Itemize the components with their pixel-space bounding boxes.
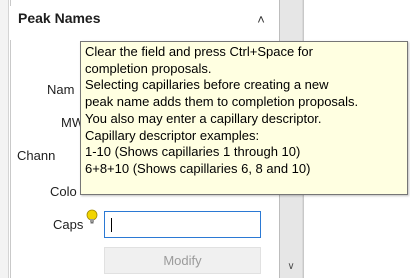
tooltip-line: 6+8+10 (Shows capillaries 6, 8 and 10) (85, 160, 311, 176)
tooltip-line: 1-10 (Shows capillaries 1 through 10) (85, 144, 301, 160)
chevron-down-icon: ∨ (287, 261, 295, 272)
name-label: Nam (47, 82, 75, 97)
caps-input[interactable] (104, 211, 261, 238)
collapse-button[interactable]: ˄ (253, 12, 269, 28)
modify-button[interactable]: Modify (104, 247, 261, 274)
lightbulb-icon (86, 209, 98, 224)
window-edge (0, 0, 9, 278)
completion-tooltip: Clear the field and press Ctrl+Space for… (80, 41, 408, 195)
tooltip-line: You also may enter a capillary descripto… (85, 110, 322, 126)
tooltip-line: peak name adds them to completion propos… (85, 94, 359, 110)
tooltip-line: Capillary descriptor examples: (85, 127, 260, 143)
caps-label: Caps (53, 217, 84, 232)
channel-label: Chann (17, 148, 56, 163)
color-label: Colo (50, 184, 77, 199)
tooltip-line: completion proposals. (85, 60, 212, 76)
double-chevron-up-icon: ˄ (257, 12, 265, 27)
peak-names-view: Peak Names ˄ Nam MW Chann Colo Caps Modi… (0, 0, 410, 278)
tooltip-line: Clear the field and press Ctrl+Space for (85, 44, 313, 59)
panel-title: Peak Names (18, 10, 101, 26)
text-caret (111, 218, 112, 232)
tooltip-line: Selecting capillaries before creating a … (85, 77, 329, 93)
scroll-down-button[interactable]: ∨ (284, 260, 298, 274)
